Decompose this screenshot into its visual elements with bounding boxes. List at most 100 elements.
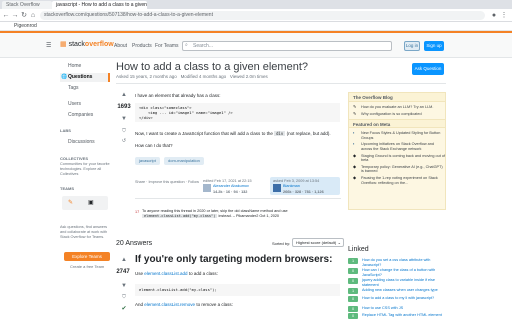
- downvote-icon[interactable]: ▼: [119, 116, 129, 122]
- teams-icon: ✎: [68, 200, 74, 206]
- explore-teams-button[interactable]: Explore Teams: [64, 252, 110, 261]
- featured-item[interactable]: ▪ New Focus Styles & Updated Styling for …: [349, 131, 445, 140]
- teams-heading: TEAMS: [60, 186, 74, 191]
- blog-list: ✎ How do you evaluate an LLM? Try an LLM.…: [349, 102, 445, 119]
- sort-value: Highest score (default): [296, 240, 337, 245]
- sidebar-item-questions[interactable]: 🌐 Questions: [60, 73, 110, 82]
- answer-heading: If you're only targeting modern browsers…: [135, 254, 333, 265]
- upvote-icon[interactable]: ▲: [119, 257, 129, 263]
- collectives-text: Communities for your favorite technologi…: [60, 162, 110, 176]
- bookmark-item[interactable]: Pigeonrod: [14, 22, 37, 31]
- signup-button[interactable]: Sign up: [424, 41, 444, 51]
- nav-products[interactable]: Products: [132, 43, 152, 49]
- stack-icon: ◆: [353, 163, 357, 169]
- tag-dom-manipulation[interactable]: dom-manipulation: [164, 157, 204, 165]
- inline-code: div: [274, 131, 286, 136]
- linked-item[interactable]: 1 How do you set a css class attribute wi…: [348, 258, 446, 267]
- linked-text: Adding new classes when user changes typ…: [362, 288, 438, 292]
- featured-item[interactable]: ◆ Temporary policy: Generative AI (e.g., …: [349, 163, 445, 174]
- linked-score: 0: [348, 268, 358, 274]
- logo-mark-icon: ▦: [60, 41, 67, 48]
- stack-icon: ◆: [353, 174, 357, 180]
- hamburger-icon[interactable]: ☰: [46, 42, 51, 49]
- view-count: Viewed 2.0m times: [229, 74, 268, 79]
- featured-item[interactable]: ▪ Upcoming initiatives on Stack Overflow …: [349, 142, 445, 151]
- browser-tab-active[interactable]: javascript - How to add a class to a giv…: [52, 1, 147, 9]
- inline-code: element.classList.add("my-class"): [142, 214, 218, 218]
- bookmark-icon[interactable]: ⛉: [119, 294, 129, 300]
- login-button[interactable]: Log in: [404, 41, 420, 51]
- modified-date: Modified 4 months ago: [180, 74, 227, 79]
- sidebar-item-discussions[interactable]: Discussions: [60, 138, 110, 147]
- forward-icon[interactable]: →: [11, 11, 19, 20]
- chat-icon: ▪: [353, 141, 355, 147]
- user-reputation: 266k · 328 · 781 · 1,126: [283, 189, 324, 194]
- url-field[interactable]: stackoverflow.com/questions/507138/how-t…: [40, 11, 485, 20]
- code-line: </div>: [139, 115, 153, 120]
- featured-item-text: Temporary policy: Generative AI (e.g., C…: [361, 164, 443, 174]
- linked-score: 1: [348, 288, 358, 294]
- linked-item[interactable]: 0 How to add a class to my li with javasc…: [348, 296, 446, 302]
- sidebar-item-companies[interactable]: Companies: [60, 111, 110, 120]
- downvote-icon[interactable]: ▼: [119, 283, 129, 289]
- blog-item[interactable]: ✎ Why configuration is so complicated: [349, 110, 445, 117]
- briefcase-icon: ▣: [88, 200, 94, 206]
- featured-item[interactable]: ◆ Staging Ground is coming back and movin…: [349, 153, 445, 163]
- browser-tab[interactable]: Stack Overflow: [2, 1, 52, 9]
- linked-item[interactable]: 0 How can I change the class of a button …: [348, 268, 446, 277]
- browser-tab-strip: Stack Overflow javascript - How to add a…: [0, 0, 512, 9]
- linked-item[interactable]: 1 Adding new classes when user changes ty…: [348, 288, 446, 294]
- search-input[interactable]: Search...: [182, 41, 392, 51]
- comment-score: 17: [135, 210, 140, 214]
- asked-date: Asked 15 years, 2 months ago: [116, 74, 177, 79]
- chat-icon: ▪: [353, 130, 355, 136]
- linked-text: How to use CSS with JS: [362, 306, 404, 310]
- nav-for-teams[interactable]: For Teams: [155, 43, 179, 49]
- history-icon[interactable]: ↺: [119, 138, 129, 144]
- labs-heading: LABS: [60, 128, 71, 133]
- pencil-icon: ✎: [353, 110, 357, 116]
- featured-list: ▪ New Focus Styles & Updated Styling for …: [349, 128, 445, 188]
- question-score: 1693: [117, 104, 131, 110]
- bookmark-icon[interactable]: ⛉: [119, 128, 129, 134]
- sidebar-item-users[interactable]: Users: [60, 100, 110, 109]
- tag-javascript[interactable]: javascript: [135, 157, 160, 165]
- ask-question-button[interactable]: Ask Question: [412, 63, 444, 75]
- sort-select[interactable]: Highest score (default) ⌄: [292, 238, 344, 247]
- linked-item[interactable]: 0 jquery adding class to variable inside …: [348, 278, 446, 287]
- featured-item[interactable]: ◆ Pausing the 1-rep voting experiment on …: [349, 174, 445, 185]
- teams-text: Ask questions, find answers and collabor…: [60, 225, 108, 239]
- overflow-blog-widget: The Overflow Blog ✎ How do you evaluate a…: [348, 92, 446, 210]
- sidebar-item-tags[interactable]: Tags: [60, 84, 110, 93]
- user-name[interactable]: Blankman: [283, 184, 300, 188]
- page-title[interactable]: How to add a class to a given element?: [116, 61, 406, 73]
- profile-icon[interactable]: ●: [490, 11, 498, 20]
- nav-about[interactable]: About: [114, 43, 127, 49]
- docs-link[interactable]: element.classList.add: [144, 271, 187, 276]
- linked-text: Replace HTML Tag with another HTML eleme…: [362, 313, 442, 317]
- sort-label: Sorted by:: [272, 241, 291, 246]
- create-team-link[interactable]: Create a free Team: [70, 264, 104, 269]
- linked-item[interactable]: 0 How to use CSS with JS: [348, 306, 446, 312]
- text-span: Use: [135, 271, 144, 276]
- reload-icon[interactable]: ↻: [20, 11, 28, 20]
- docs-link[interactable]: element.classList.remove: [144, 302, 195, 307]
- menu-icon[interactable]: ⋮: [500, 11, 508, 20]
- linked-item[interactable]: 0 Replace HTML Tag with another HTML elem…: [348, 313, 446, 319]
- site-logo[interactable]: ▦ stackoverflow: [60, 40, 114, 48]
- upvote-icon[interactable]: ▲: [119, 92, 129, 98]
- code-line: <img ... id="image1" name="image1" />: [139, 110, 233, 115]
- featured-heading: Featured on Meta: [349, 119, 445, 129]
- question-text: How can I do that?: [135, 143, 173, 148]
- featured-item-text: Pausing the 1-rep voting experiment on S…: [361, 175, 438, 185]
- post-actions[interactable]: Share · Improve this question · Follow: [135, 180, 199, 184]
- user-name[interactable]: Alexander Abakumov: [213, 184, 249, 188]
- linked-score: 0: [348, 278, 358, 284]
- sidebar-icon-questions: 🌐: [61, 74, 68, 80]
- answer-score: 2747: [116, 269, 130, 275]
- avatar: [203, 183, 211, 192]
- blog-item[interactable]: ✎ How do you evaluate an LLM? Try an LLM.: [349, 104, 445, 110]
- home-icon[interactable]: ⌂: [29, 11, 37, 20]
- sidebar-item-home[interactable]: Home: [60, 62, 110, 71]
- back-icon[interactable]: ←: [2, 11, 10, 20]
